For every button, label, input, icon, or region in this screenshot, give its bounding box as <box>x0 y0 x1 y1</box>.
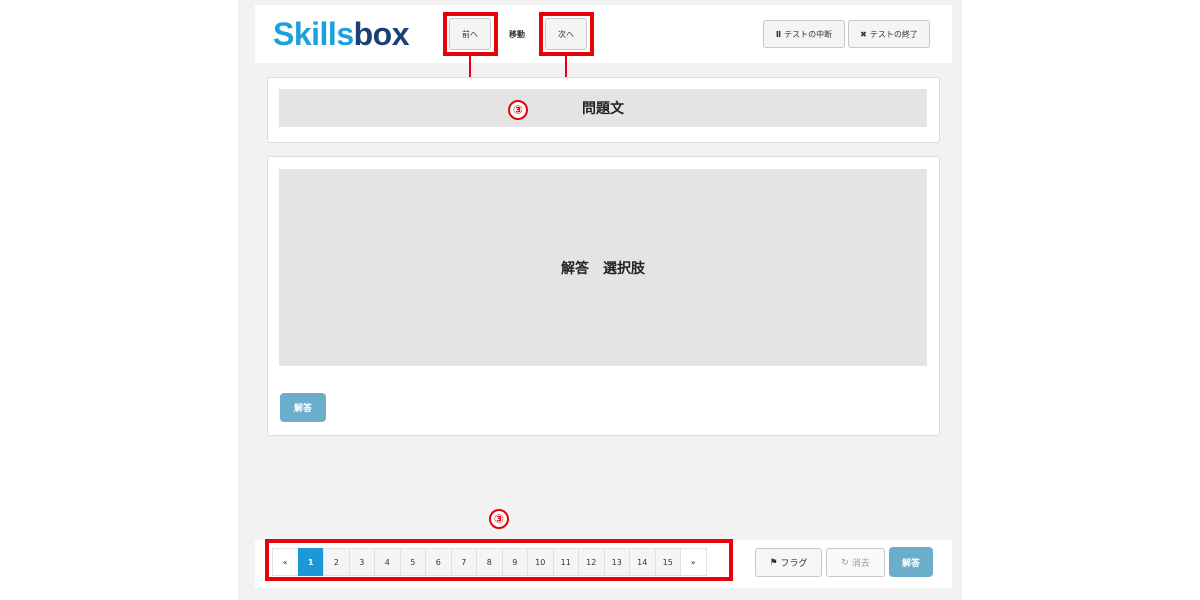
annotation-marker-top: ③ <box>508 100 528 120</box>
clear-button[interactable]: ↻ 消去 <box>826 548 885 577</box>
pause-test-label: テストの中断 <box>784 29 833 39</box>
question-text-area: 問題文 <box>279 89 927 127</box>
highlight-pagination <box>265 539 733 581</box>
pause-icon: Ⅱ <box>775 29 782 39</box>
end-test-label: テストの終了 <box>869 29 918 39</box>
footer-answer-button[interactable]: 解答 <box>889 547 933 577</box>
end-test-button[interactable]: ✖ テストの終了 <box>848 20 930 48</box>
refresh-icon: ↻ <box>841 557 849 568</box>
annotation-marker-bottom: ③ <box>489 509 509 529</box>
choices-area[interactable]: 解答 選択肢 <box>279 169 927 366</box>
flag-button[interactable]: ⚑ フラグ <box>755 548 822 577</box>
close-icon: ✖ <box>860 29 867 39</box>
skillsbox-logo: Skillsbox <box>273 14 410 54</box>
answer-button[interactable]: 解答 <box>280 393 326 422</box>
highlight-next-button <box>539 12 594 56</box>
clear-label: 消去 <box>851 559 870 569</box>
highlight-prev-button <box>443 12 498 56</box>
move-button[interactable]: 移動 <box>497 18 537 50</box>
flag-icon: ⚑ <box>769 557 778 568</box>
flag-label: フラグ <box>780 559 808 569</box>
logo-part-skills: Skills <box>273 16 354 52</box>
logo-part-box: box <box>353 16 410 52</box>
pause-test-button[interactable]: Ⅱ テストの中断 <box>763 20 845 48</box>
